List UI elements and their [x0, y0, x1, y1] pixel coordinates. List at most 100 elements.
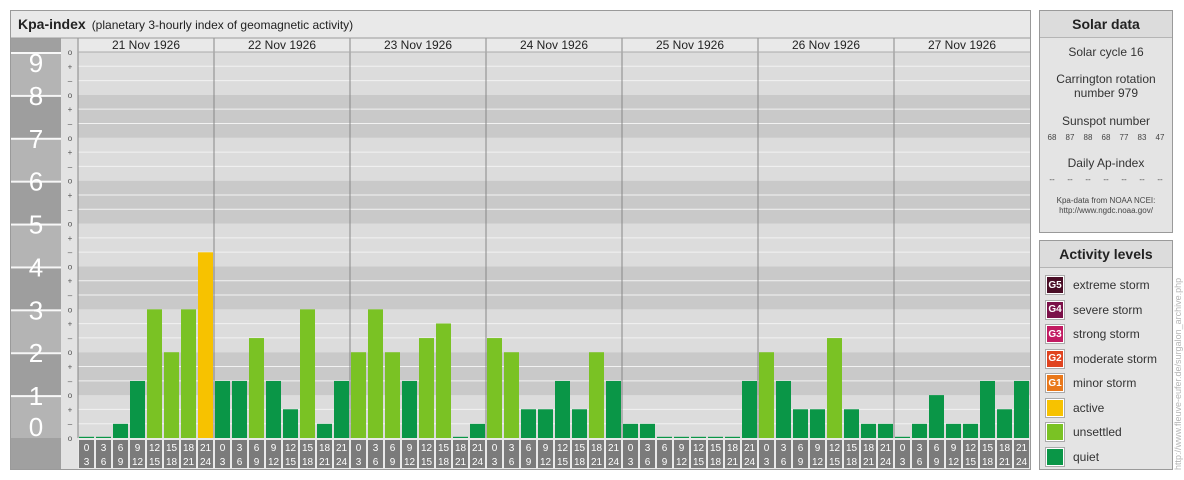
y-minor-tick: o — [68, 48, 73, 57]
interval-end: 24 — [744, 457, 756, 468]
level-swatch — [1045, 397, 1065, 418]
sunspot-value: 68 — [1101, 133, 1111, 142]
interval-end: 18 — [166, 457, 178, 468]
interval-end: 15 — [421, 457, 433, 468]
interval-start: 21 — [336, 443, 348, 454]
y-minor-tick: o — [68, 434, 73, 443]
kp-bar — [96, 436, 111, 438]
kp-bar — [504, 352, 519, 438]
kp-band — [78, 266, 1030, 310]
y-tick-label: 8 — [29, 81, 43, 111]
interval-start: 3 — [237, 443, 243, 454]
interval-start: 0 — [220, 443, 226, 454]
kp-bar — [725, 436, 740, 438]
interval-end: 21 — [591, 457, 603, 468]
interval-end: 24 — [1016, 457, 1028, 468]
kp-bar — [419, 338, 434, 438]
interval-end: 9 — [526, 457, 532, 468]
interval-start: 15 — [438, 443, 450, 454]
kp-bar — [113, 423, 128, 438]
kp-bar — [929, 395, 944, 438]
interval-start: 0 — [492, 443, 498, 454]
y-tick-label: 6 — [29, 167, 43, 197]
activity-level-quiet: quiet — [1040, 445, 1172, 470]
interval-start: 6 — [662, 443, 668, 454]
y-minor-tick: – — [68, 77, 73, 86]
interval-start: 9 — [271, 443, 277, 454]
interval-start: 15 — [846, 443, 858, 454]
interval-end: 24 — [608, 457, 620, 468]
interval-start: 21 — [608, 443, 620, 454]
kp-bar — [759, 352, 774, 438]
kp-bar — [572, 409, 587, 438]
level-swatch: G2 — [1045, 348, 1065, 369]
sunspot-value: 47 — [1155, 133, 1165, 142]
interval-start: 0 — [356, 443, 362, 454]
carrington-line-1: Carrington rotation — [1056, 72, 1156, 86]
day-label: 24 Nov 1926 — [520, 38, 588, 52]
kp-band — [78, 137, 1030, 181]
kp-bar — [402, 380, 417, 438]
interval-start: 12 — [421, 443, 433, 454]
kp-band — [78, 223, 1030, 267]
interval-end: 3 — [356, 457, 362, 468]
kp-bar — [776, 380, 791, 438]
activity-level-severe-storm: G4 severe storm — [1040, 298, 1172, 323]
kp-bar — [742, 380, 757, 438]
kp-bar — [130, 380, 145, 438]
y-minor-tick: + — [68, 320, 73, 329]
interval-start: 3 — [645, 443, 651, 454]
kp-bar — [79, 436, 94, 438]
interval-end: 6 — [645, 457, 651, 468]
y-minor-tick: – — [68, 205, 73, 214]
interval-end: 15 — [557, 457, 569, 468]
sunspot-value: 77 — [1119, 133, 1129, 142]
interval-end: 15 — [693, 457, 705, 468]
y-minor-tick: o — [68, 305, 73, 314]
interval-start: 15 — [574, 443, 586, 454]
interval-start: 9 — [543, 443, 549, 454]
interval-end: 21 — [183, 457, 195, 468]
kp-bar — [657, 436, 672, 438]
interval-end: 12 — [676, 457, 688, 468]
interval-end: 6 — [781, 457, 787, 468]
interval-end: 3 — [900, 457, 906, 468]
level-swatch: G1 — [1045, 373, 1065, 394]
interval-end: 15 — [965, 457, 977, 468]
interval-start: 6 — [254, 443, 260, 454]
interval-start: 6 — [390, 443, 396, 454]
interval-end: 15 — [829, 457, 841, 468]
y-minor-tick: + — [68, 105, 73, 114]
interval-start: 12 — [285, 443, 297, 454]
kp-bar — [980, 380, 995, 438]
interval-end: 21 — [999, 457, 1011, 468]
y-minor-tick: o — [68, 348, 73, 357]
kp-bar — [912, 423, 927, 438]
interval-start: 12 — [693, 443, 705, 454]
interval-end: 21 — [319, 457, 331, 468]
interval-end: 12 — [404, 457, 416, 468]
kp-bar — [147, 309, 162, 438]
kp-bar — [215, 380, 230, 438]
interval-end: 3 — [764, 457, 770, 468]
y-minor-tick: + — [68, 405, 73, 414]
interval-start: 21 — [472, 443, 484, 454]
y-minor-tick: + — [68, 191, 73, 200]
kp-bar — [283, 409, 298, 438]
y-tick-label: 2 — [29, 338, 43, 368]
kp-bar — [1014, 380, 1029, 438]
interval-end: 6 — [509, 457, 515, 468]
kp-bar — [198, 252, 213, 438]
interval-start: 6 — [934, 443, 940, 454]
kp-bar — [589, 352, 604, 438]
source-line-2: http://www.ngdc.noaa.gov/ — [1059, 206, 1153, 215]
interval-end: 3 — [84, 457, 90, 468]
level-label: extreme storm — [1073, 278, 1150, 293]
chart-subtitle: (planetary 3-hourly index of geomagnetic… — [91, 18, 354, 32]
y-minor-tick: o — [68, 220, 73, 229]
kp-band — [78, 94, 1030, 138]
kp-bar — [691, 436, 706, 438]
interval-end: 12 — [540, 457, 552, 468]
kp-bar — [844, 409, 859, 438]
y-minor-tick: – — [68, 119, 73, 128]
